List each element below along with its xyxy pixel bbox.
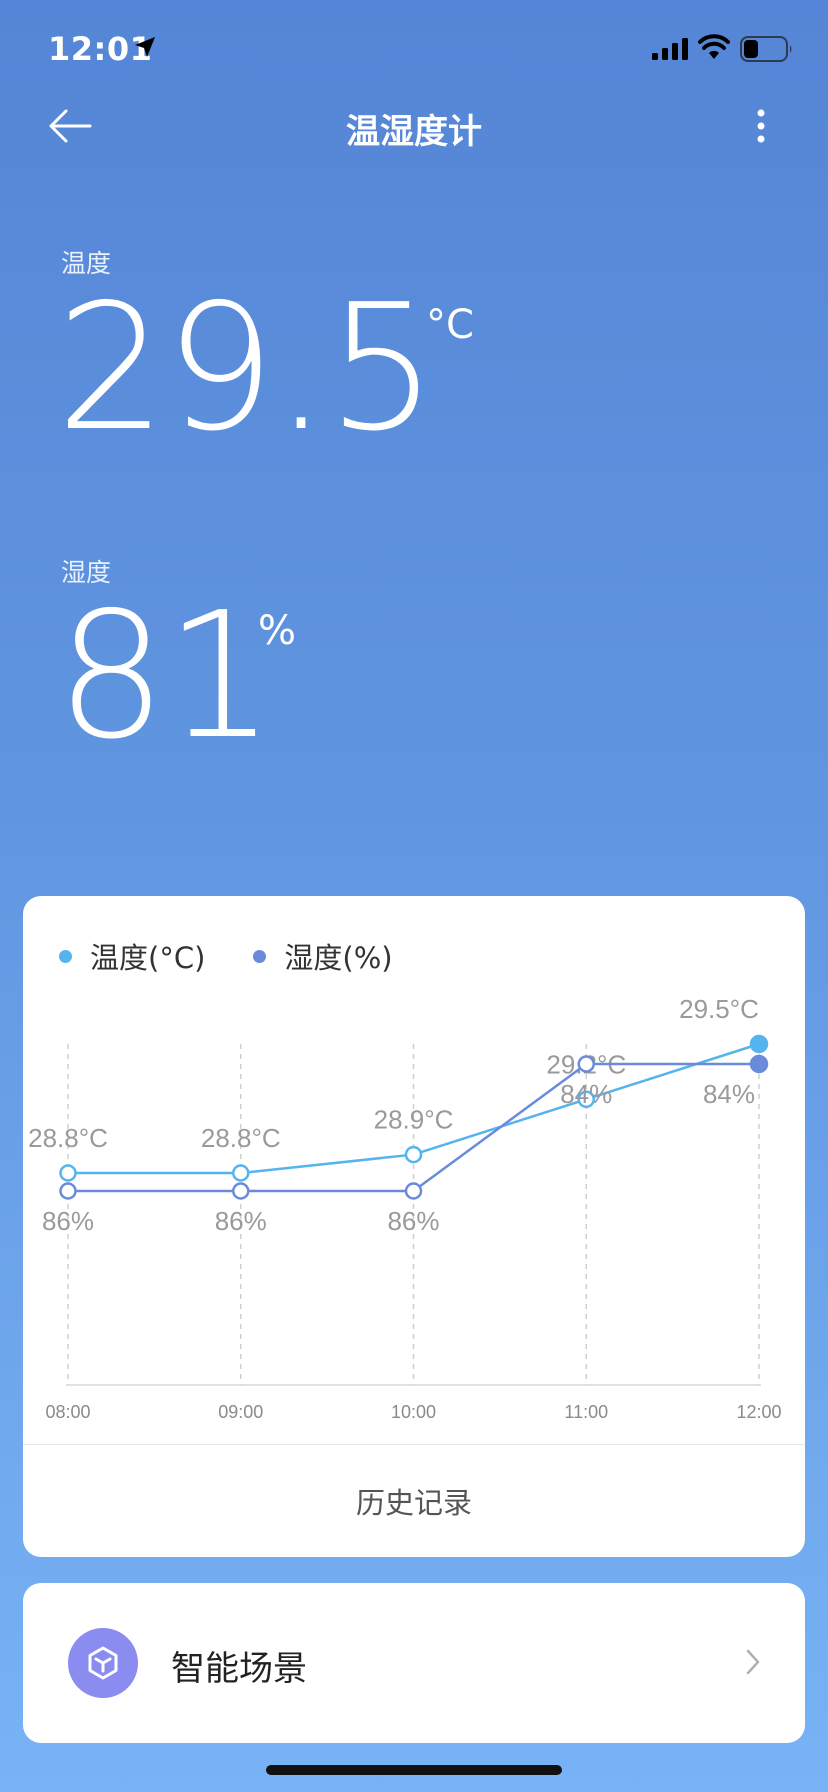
page-title: 温湿度计 — [346, 112, 482, 152]
x-tick-label: 08:00 — [45, 1402, 90, 1422]
line-chart: 08:00 09:00 10:00 11:00 12:00 28.8°C 28.8°C 28.… — [28, 994, 781, 1422]
x-tick-label: 12:00 — [736, 1402, 781, 1422]
humidity-point — [577, 1055, 595, 1073]
scene-icon-badge — [68, 1628, 138, 1698]
cellular-signal-icon — [652, 38, 688, 60]
nav-bar: 温湿度计 — [0, 90, 828, 162]
smart-scene-card[interactable]: 智能场景 — [23, 1583, 805, 1743]
location-arrow-icon — [135, 37, 155, 57]
battery-icon — [740, 36, 792, 62]
humidity-data-label: 86% — [215, 1206, 267, 1236]
status-bar: 12:01 — [0, 0, 828, 100]
humidity-data-label: 86% — [42, 1206, 94, 1236]
temperature-data-label: 28.9°C — [374, 1105, 454, 1135]
x-tick-label: 10:00 — [391, 1402, 436, 1422]
temperature-value: 29.5 — [56, 267, 437, 470]
humidity-point — [59, 1182, 77, 1200]
temperature-point — [232, 1164, 250, 1182]
humidity-data-label: 84% — [560, 1079, 612, 1109]
temperature-data-label: 29.5°C — [679, 994, 759, 1024]
humidity-point — [749, 1054, 769, 1074]
history-button[interactable]: 历史记录 — [23, 1445, 805, 1557]
humidity-data-label: 84% — [703, 1079, 755, 1109]
temperature-point — [749, 1034, 769, 1054]
home-indicator — [266, 1765, 562, 1775]
scene-label: 智能场景 — [171, 1649, 307, 1689]
temperature-point — [404, 1145, 423, 1164]
wifi-icon — [698, 34, 730, 59]
humidity-point — [232, 1182, 250, 1200]
more-button[interactable] — [756, 108, 786, 148]
temperature-unit: °C — [426, 302, 474, 348]
humidity-data-label: 86% — [387, 1206, 439, 1236]
chevron-right-icon — [746, 1649, 760, 1675]
more-vertical-icon — [757, 109, 765, 143]
temperature-data-label: 28.8°C — [28, 1123, 108, 1153]
x-tick-label: 11:00 — [564, 1402, 608, 1422]
cube-icon — [88, 1646, 118, 1680]
humidity-value: 81 — [56, 575, 275, 778]
temperature-point — [59, 1164, 77, 1182]
temperature-data-label: 28.8°C — [201, 1123, 281, 1153]
x-tick-label: 09:00 — [218, 1402, 263, 1422]
humidity-point — [404, 1182, 423, 1200]
chart-card: 温度(°C) 湿度(%) 08:00 09:00 10:00 11:00 12:00 28… — [23, 896, 805, 1557]
humidity-unit: % — [258, 608, 297, 654]
